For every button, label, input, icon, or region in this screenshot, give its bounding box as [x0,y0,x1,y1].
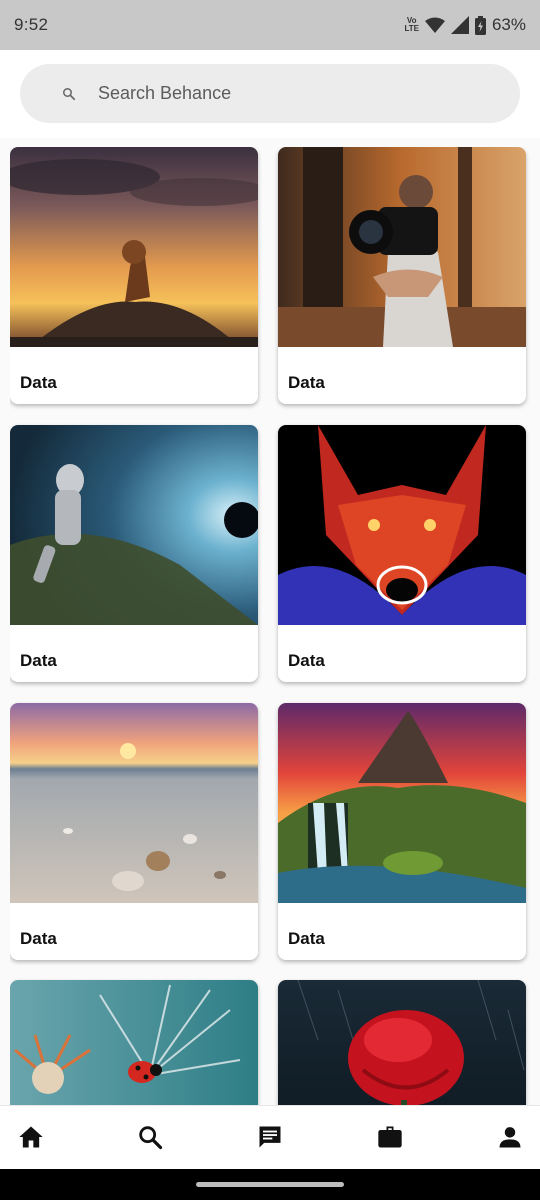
status-time: 9:52 [14,15,49,34]
astronaut-vortex-image [10,425,258,625]
search-input[interactable] [98,83,478,104]
briefcase-icon [378,1126,402,1148]
lion-on-rocks-image [10,147,258,347]
beach-shells-image [10,703,258,903]
system-gesture-bar [0,1169,540,1200]
man-with-camera-image [278,147,526,347]
project-card[interactable]: Data [278,703,526,960]
message-icon [259,1126,281,1148]
ladybug-dandelion-image [10,980,258,1105]
project-grid: Data Data Data Data Data Data [10,147,530,1105]
cell-signal-icon [450,16,469,34]
card-label: Data [288,651,325,670]
neon-wolf-image [278,425,526,625]
search-header [0,50,540,138]
project-card[interactable]: Data [10,147,258,404]
project-card[interactable]: Data [278,147,526,404]
home-icon [19,1126,43,1148]
status-bar: 9:52 Vo LTE 63% [0,0,540,50]
card-label: Data [20,929,57,948]
bottom-nav [0,1105,540,1169]
card-label: Data [20,651,57,670]
project-card[interactable]: Data [278,425,526,682]
card-label: Data [288,929,325,948]
battery-percent: 63% [491,15,526,34]
project-card[interactable]: Data [10,703,258,960]
search-icon [63,87,76,100]
red-rose-rain-image [278,980,526,1105]
battery-icon [474,15,486,35]
search-bar[interactable] [20,64,520,123]
search-icon [139,1126,163,1150]
project-card[interactable] [278,980,526,1105]
card-label: Data [288,373,325,392]
status-icons: Vo LTE 63% [404,15,526,35]
waterfall-mountain-image [278,703,526,903]
card-label: Data [20,373,57,392]
wifi-icon [424,17,445,33]
project-card[interactable] [10,980,258,1105]
volte-indicator: Vo LTE [404,16,419,33]
nav-messages[interactable] [255,1122,285,1152]
nav-profile[interactable] [495,1122,525,1152]
person-icon [499,1127,521,1148]
nav-jobs[interactable] [375,1122,405,1152]
home-gesture-handle[interactable] [196,1182,344,1187]
project-card[interactable]: Data [10,425,258,682]
nav-search[interactable] [135,1122,165,1152]
nav-home[interactable] [16,1122,46,1152]
